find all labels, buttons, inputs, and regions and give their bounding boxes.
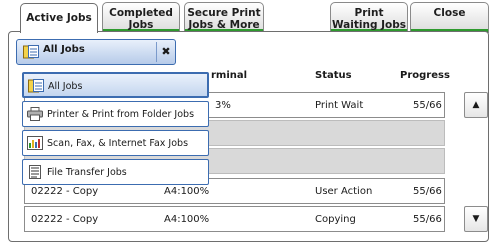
arrow-up-icon: ▲ — [472, 100, 480, 110]
status-cell: User Action — [315, 186, 373, 197]
progress-cell: 55/66 — [413, 100, 442, 111]
job-filter-menu: All Jobs Printer & Print from Folder Job… — [16, 68, 215, 188]
scan-fax-icon — [27, 136, 43, 150]
close-label: Close — [433, 7, 466, 19]
terminal-cell: A4:100% — [164, 214, 210, 225]
all-jobs-icon — [23, 45, 39, 59]
menu-item-printer-jobs[interactable]: Printer & Print from Folder Jobs — [22, 101, 209, 127]
progress-cell: 55/66 — [413, 214, 442, 225]
tab-label: Print Waiting Jobs — [331, 7, 407, 31]
tab-label: Active Jobs — [26, 12, 92, 24]
menu-item-label: Scan, Fax, & Internet Fax Jobs — [47, 138, 189, 149]
file-transfer-icon — [27, 165, 43, 179]
tab-active-jobs[interactable]: Active Jobs — [20, 3, 98, 33]
job-filter-dropdown[interactable]: All Jobs ✖ — [16, 39, 176, 65]
printer-icon — [27, 107, 43, 121]
filter-label: All Jobs — [43, 44, 85, 55]
column-header-terminal[interactable]: rminal — [211, 70, 247, 81]
status-cell: Copying — [315, 214, 356, 225]
tab-label: Secure Print Jobs & More — [187, 7, 261, 31]
menu-item-scan-fax-jobs[interactable]: Scan, Fax, & Internet Fax Jobs — [22, 130, 209, 156]
menu-item-label: All Jobs — [48, 81, 83, 92]
column-header-progress[interactable]: Progress — [400, 70, 450, 81]
scroll-up-button[interactable]: ▲ — [464, 92, 488, 118]
column-header-status[interactable]: Status — [315, 70, 352, 81]
table-row[interactable]: 02222 - Copy A4:100% Copying 55/66 — [24, 206, 445, 232]
tab-secure-print-jobs[interactable]: Secure Print Jobs & More — [184, 2, 264, 33]
all-jobs-icon — [28, 79, 44, 93]
menu-item-file-transfer-jobs[interactable]: File Transfer Jobs — [22, 159, 209, 185]
scroll-down-button[interactable]: ▼ — [464, 206, 488, 232]
status-cell: Print Wait — [315, 100, 364, 111]
owner-cell: 02222 - Copy — [31, 214, 99, 225]
tab-completed-jobs[interactable]: Completed Jobs — [102, 2, 180, 33]
close-button[interactable]: Close — [410, 2, 489, 33]
progress-cell: 55/66 — [413, 186, 442, 197]
close-icon[interactable]: ✖ — [156, 42, 175, 62]
menu-item-label: File Transfer Jobs — [47, 167, 127, 178]
menu-item-label: Printer & Print from Folder Jobs — [47, 109, 195, 120]
menu-item-all-jobs[interactable]: All Jobs — [22, 72, 209, 98]
tab-label: Completed Jobs — [109, 7, 173, 31]
terminal-cell: 3% — [215, 100, 231, 111]
arrow-down-icon: ▼ — [472, 214, 480, 224]
tab-print-waiting-jobs[interactable]: Print Waiting Jobs — [330, 2, 408, 33]
